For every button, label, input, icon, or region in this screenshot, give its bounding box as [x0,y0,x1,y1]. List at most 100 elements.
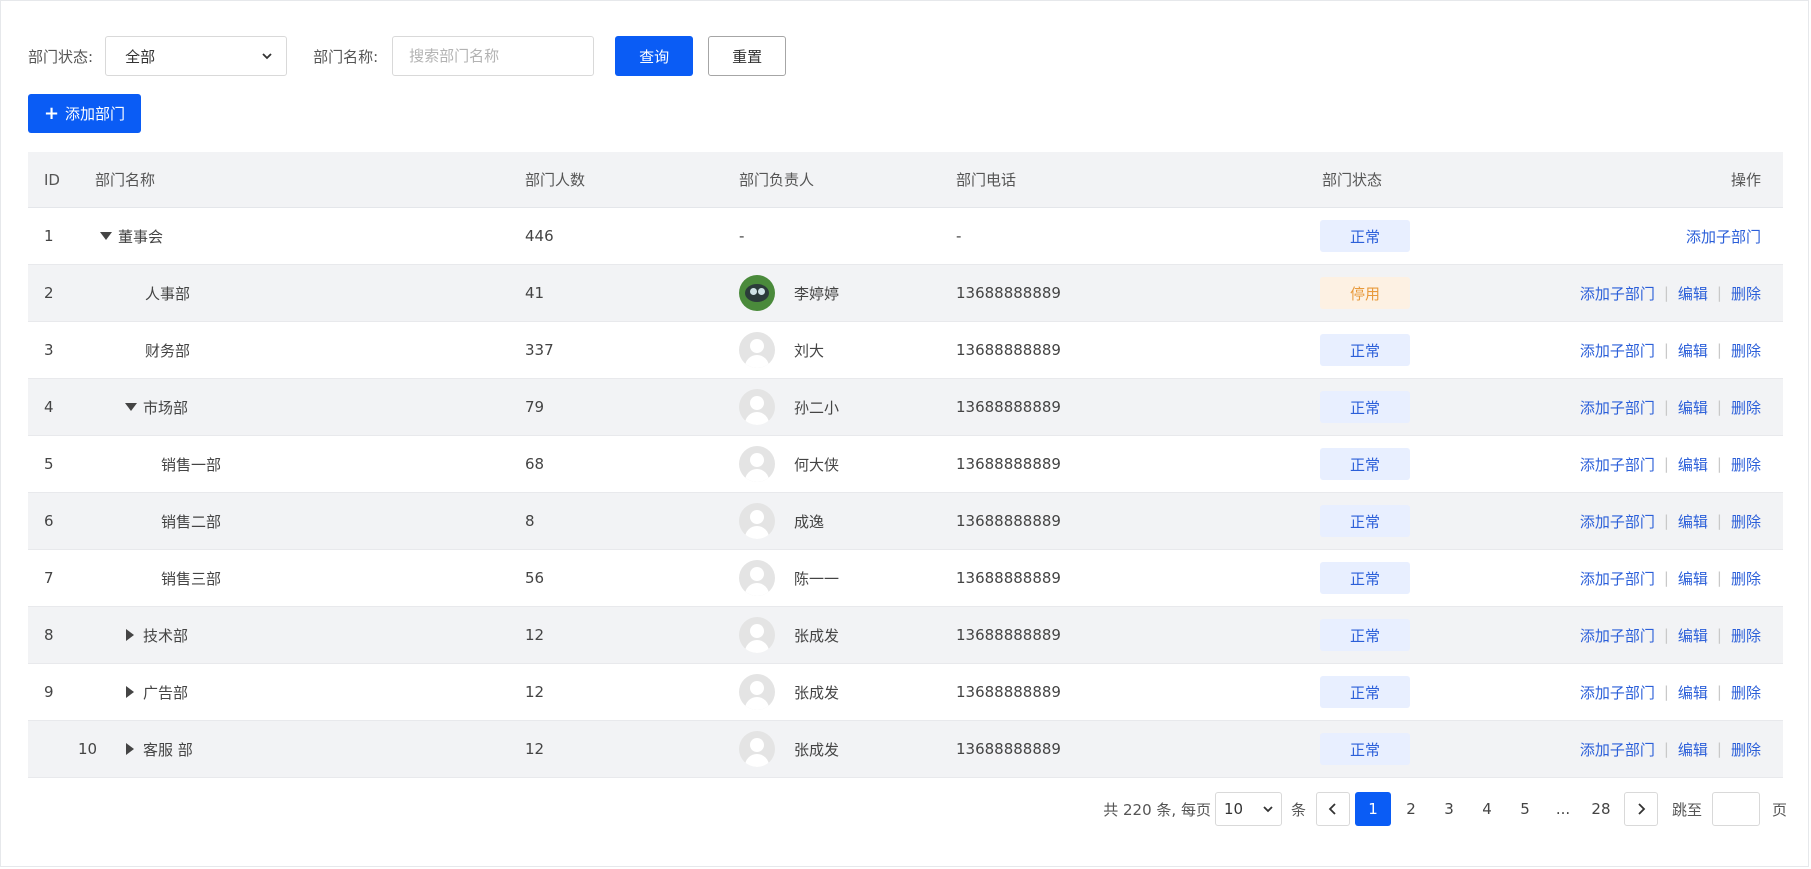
avatar [739,275,775,311]
add-child-department-link[interactable]: 添加子部门 [1580,511,1655,532]
delete-link[interactable]: 删除 [1731,397,1761,418]
page-28-button[interactable]: 28 [1583,792,1619,826]
page-ellipsis: ... [1555,800,1571,818]
status-badge: 正常 [1320,619,1410,651]
cell-id: 7 [44,569,54,587]
cell-status: 正常 [1320,322,1410,378]
cell-count: 79 [525,398,545,416]
table-row: 1 董事会 446 - - 正常 添加子部门 [28,208,1783,265]
delete-link[interactable]: 删除 [1731,739,1761,760]
cell-name: 客服 部 [126,721,193,777]
add-child-department-link[interactable]: 添加子部门 [1580,682,1655,703]
caret-right-icon[interactable] [126,743,134,755]
delete-link[interactable]: 删除 [1731,454,1761,475]
cell-status: 正常 [1320,436,1410,492]
cell-count: 12 [525,626,545,644]
department-name: 人事部 [145,284,191,303]
separator: | [1663,512,1669,530]
separator: | [1716,398,1722,416]
caret-right-icon[interactable] [126,629,134,641]
add-child-department-link[interactable]: 添加子部门 [1580,340,1655,361]
status-filter-label: 部门状态: [28,47,94,66]
page-1-button[interactable]: 1 [1354,792,1391,826]
cell-ops: 添加子部门 | 编辑 | 删除 [1580,493,1761,549]
cell-count: 56 [525,569,545,587]
add-child-department-link[interactable]: 添加子部门 [1580,397,1655,418]
prev-page-button[interactable] [1315,792,1350,826]
separator: | [1663,683,1669,701]
cell-id: 10 [78,740,98,758]
department-name: 董事会 [118,227,164,246]
cell-id: 4 [44,398,54,416]
edit-link[interactable]: 编辑 [1678,397,1708,418]
cell-id: 5 [44,455,54,473]
cell-id: 6 [44,512,54,530]
cell-status: 正常 [1320,208,1410,264]
cell-owner: 张成发 [739,607,839,663]
edit-link[interactable]: 编辑 [1678,340,1708,361]
page-5-button[interactable]: 5 [1507,792,1543,826]
page-2-button[interactable]: 2 [1393,792,1429,826]
status-badge: 正常 [1320,733,1410,765]
caret-down-icon[interactable] [125,403,137,411]
cell-status: 正常 [1320,607,1410,663]
delete-link[interactable]: 删除 [1731,340,1761,361]
reset-button[interactable]: 重置 [708,36,787,76]
owner-name: 孙二小 [794,398,840,417]
query-button[interactable]: 查询 [615,36,694,76]
edit-link[interactable]: 编辑 [1678,739,1708,760]
status-filter-select[interactable]: 全部 [105,36,288,76]
jump-page-input[interactable] [1711,792,1760,826]
add-child-department-link[interactable]: 添加子部门 [1580,454,1655,475]
add-child-department-link[interactable]: 添加子部门 [1580,568,1655,589]
department-name-search-input[interactable] [392,36,595,76]
cell-phone: 13688888889 [956,284,1061,302]
edit-link[interactable]: 编辑 [1678,511,1708,532]
status-badge: 停用 [1320,277,1410,309]
owner-name: 刘大 [794,341,825,360]
delete-link[interactable]: 删除 [1731,283,1761,304]
add-child-department-link[interactable]: 添加子部门 [1580,283,1655,304]
header-ops: 操作 [1730,171,1761,189]
add-child-department-link[interactable]: 添加子部门 [1686,226,1761,247]
chevron-left-icon [1328,803,1336,815]
cell-id: 1 [44,227,54,245]
cell-name: 财务部 [145,322,190,378]
cell-count: 12 [525,683,545,701]
cell-owner: 张成发 [739,664,839,720]
edit-link[interactable]: 编辑 [1678,568,1708,589]
add-child-department-link[interactable]: 添加子部门 [1580,739,1655,760]
delete-link[interactable]: 删除 [1731,568,1761,589]
delete-link[interactable]: 删除 [1731,682,1761,703]
pagination-total: 共 220 条, 每页 [1103,800,1211,819]
page-size-select[interactable]: 10 [1214,792,1282,826]
edit-link[interactable]: 编辑 [1678,283,1708,304]
delete-link[interactable]: 删除 [1731,625,1761,646]
edit-link[interactable]: 编辑 [1678,454,1708,475]
cell-ops: 添加子部门 | 编辑 | 删除 [1580,550,1761,606]
department-name: 销售三部 [161,569,222,588]
page-3-button[interactable]: 3 [1431,792,1467,826]
separator: | [1663,284,1669,302]
avatar-placeholder-icon [739,674,775,710]
cell-name: 董事会 [100,208,163,264]
edit-link[interactable]: 编辑 [1678,682,1708,703]
department-table: ID 部门名称 部门人数 部门负责人 部门电话 部门状态 操作 1 董事会 44… [28,152,1783,778]
separator: | [1663,740,1669,758]
next-page-button[interactable] [1623,792,1658,826]
caret-down-icon[interactable] [100,232,112,240]
filter-bar: 部门状态: 全部 部门名称: 查询 重置 [28,35,787,77]
separator: | [1663,626,1669,644]
pagination: 共 220 条, 每页 10 条 1 2 3 4 5... 28 跳至 页 [1103,791,1787,827]
add-department-button[interactable]: + 添加部门 [28,94,141,133]
page-4-button[interactable]: 4 [1469,792,1505,826]
edit-link[interactable]: 编辑 [1678,625,1708,646]
add-child-department-link[interactable]: 添加子部门 [1580,625,1655,646]
caret-right-icon[interactable] [126,686,134,698]
delete-link[interactable]: 删除 [1731,511,1761,532]
separator: | [1663,455,1669,473]
cell-owner: 刘大 [739,322,824,378]
separator: | [1716,740,1722,758]
avatar-placeholder-icon [739,446,775,482]
table-body: 1 董事会 446 - - 正常 添加子部门 2 人事部 41 李婷婷 1368… [28,208,1783,778]
